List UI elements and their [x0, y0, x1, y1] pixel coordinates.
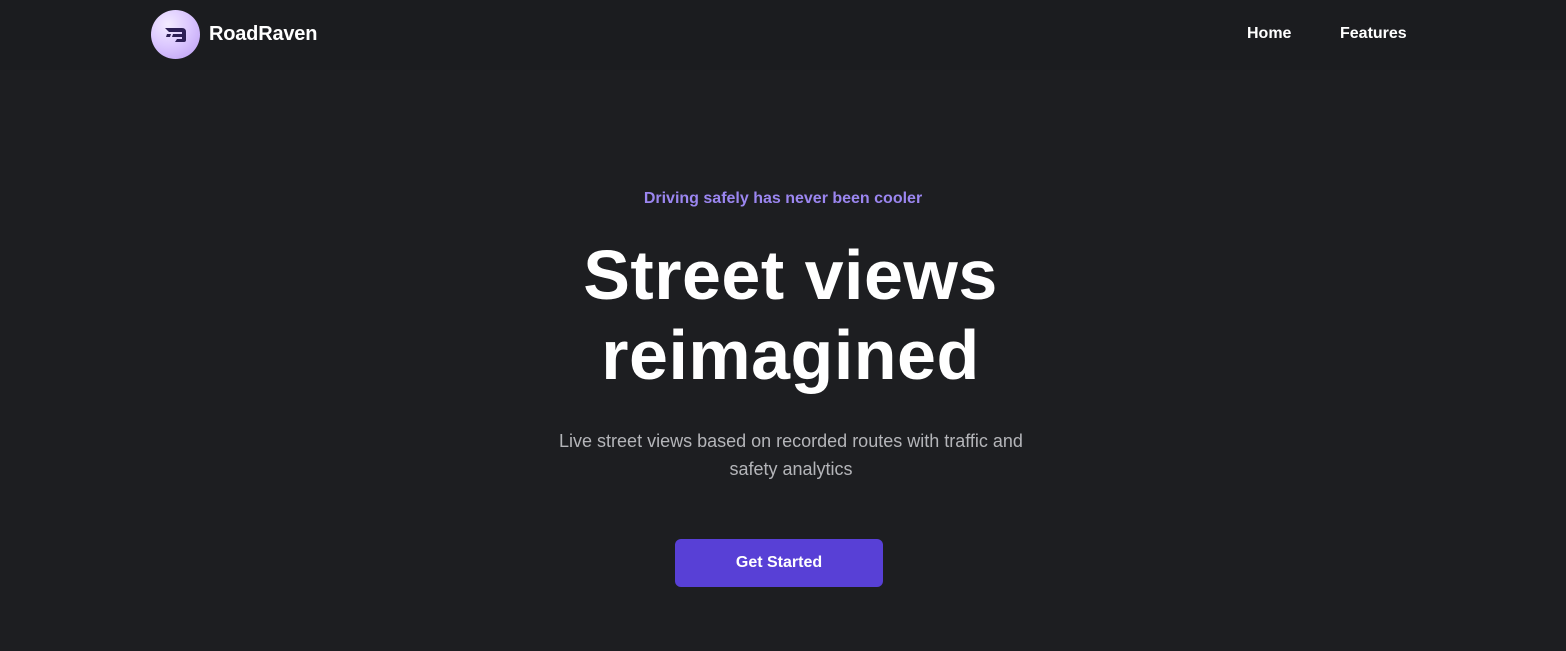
headline-line-2: reimagined	[601, 316, 980, 394]
logo-icon[interactable]	[151, 10, 200, 59]
headline-line-1: Street views	[583, 236, 998, 314]
navbar: RoadRaven Home Features	[0, 0, 1566, 70]
brand-name[interactable]: RoadRaven	[209, 23, 317, 46]
get-started-button[interactable]: Get Started	[675, 539, 883, 587]
winged-raven-logo-icon	[164, 27, 186, 42]
nav-link-features[interactable]: Features	[1340, 25, 1407, 43]
hero-tagline: Driving safely has never been cooler	[643, 190, 923, 207]
hero-headline: Street views reimagined	[0, 235, 1566, 395]
brand[interactable]: RoadRaven	[151, 10, 317, 59]
nav-link-home[interactable]: Home	[1247, 25, 1291, 43]
hero-subtitle: Live street views based on recorded rout…	[559, 431, 1023, 479]
